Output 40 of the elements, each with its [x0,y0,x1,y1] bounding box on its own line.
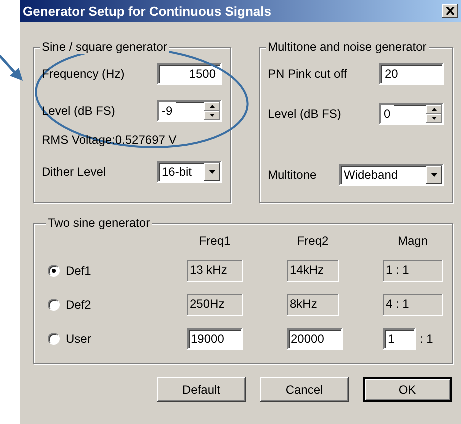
dialog-button[interactable]: OK [363,377,452,402]
arrow-annotation [0,55,23,81]
freq2-readonly-field: 8kHz [287,294,339,316]
field-label: PN Pink cut off [268,67,348,81]
field-label: Level (dB FS) [268,107,342,121]
frequency-field[interactable]: 1500 [157,63,222,85]
level-spin-field[interactable]: 0 [379,103,444,125]
freq2-field[interactable]: 20000 [287,328,343,350]
freq1-readonly-field: 250Hz [187,294,243,316]
field-label: Dither Level [42,165,106,179]
magnitude-field[interactable]: 1 [383,328,416,350]
radio-button[interactable] [48,299,60,311]
multitone-dropdown[interactable]: Wideband [339,164,444,186]
group-title: Two sine generator [46,216,152,230]
column-header: Freq2 [296,234,330,248]
freq1-field[interactable]: 19000 [187,328,243,350]
radio-option[interactable]: Def2 [48,298,143,312]
column-header: Freq1 [198,234,232,248]
freq1-readonly-field: 13 kHz [187,260,243,282]
level-spin-field[interactable]: -9 [157,100,222,122]
column-header: Magn [396,234,430,248]
field-label: Frequency (Hz) [42,67,125,81]
radio-button[interactable] [48,265,60,277]
ratio-text: : 1 [420,332,434,346]
close-button[interactable] [442,4,458,18]
radio-option[interactable]: User [48,332,143,346]
window-title: Generator Setup for Continuous Signals [23,4,272,18]
dither-dropdown[interactable]: 16-bit [157,161,222,183]
close-icon [446,7,454,15]
group-title: Multitone and noise generator [266,40,429,54]
freq2-readonly-field: 14kHz [287,260,339,282]
radio-option[interactable]: Def1 [48,264,143,278]
dialog-button[interactable]: Default [157,377,246,402]
field-label: Multitone [268,168,317,182]
dialog-button[interactable]: Cancel [260,377,349,402]
group-title: Sine / square generator [40,40,170,54]
magnitude-readonly-field: 4 : 1 [383,294,443,316]
cutoff-field[interactable]: 20 [379,63,444,85]
radio-button[interactable] [48,333,60,345]
magnitude-readonly-field: 1 : 1 [383,260,443,282]
